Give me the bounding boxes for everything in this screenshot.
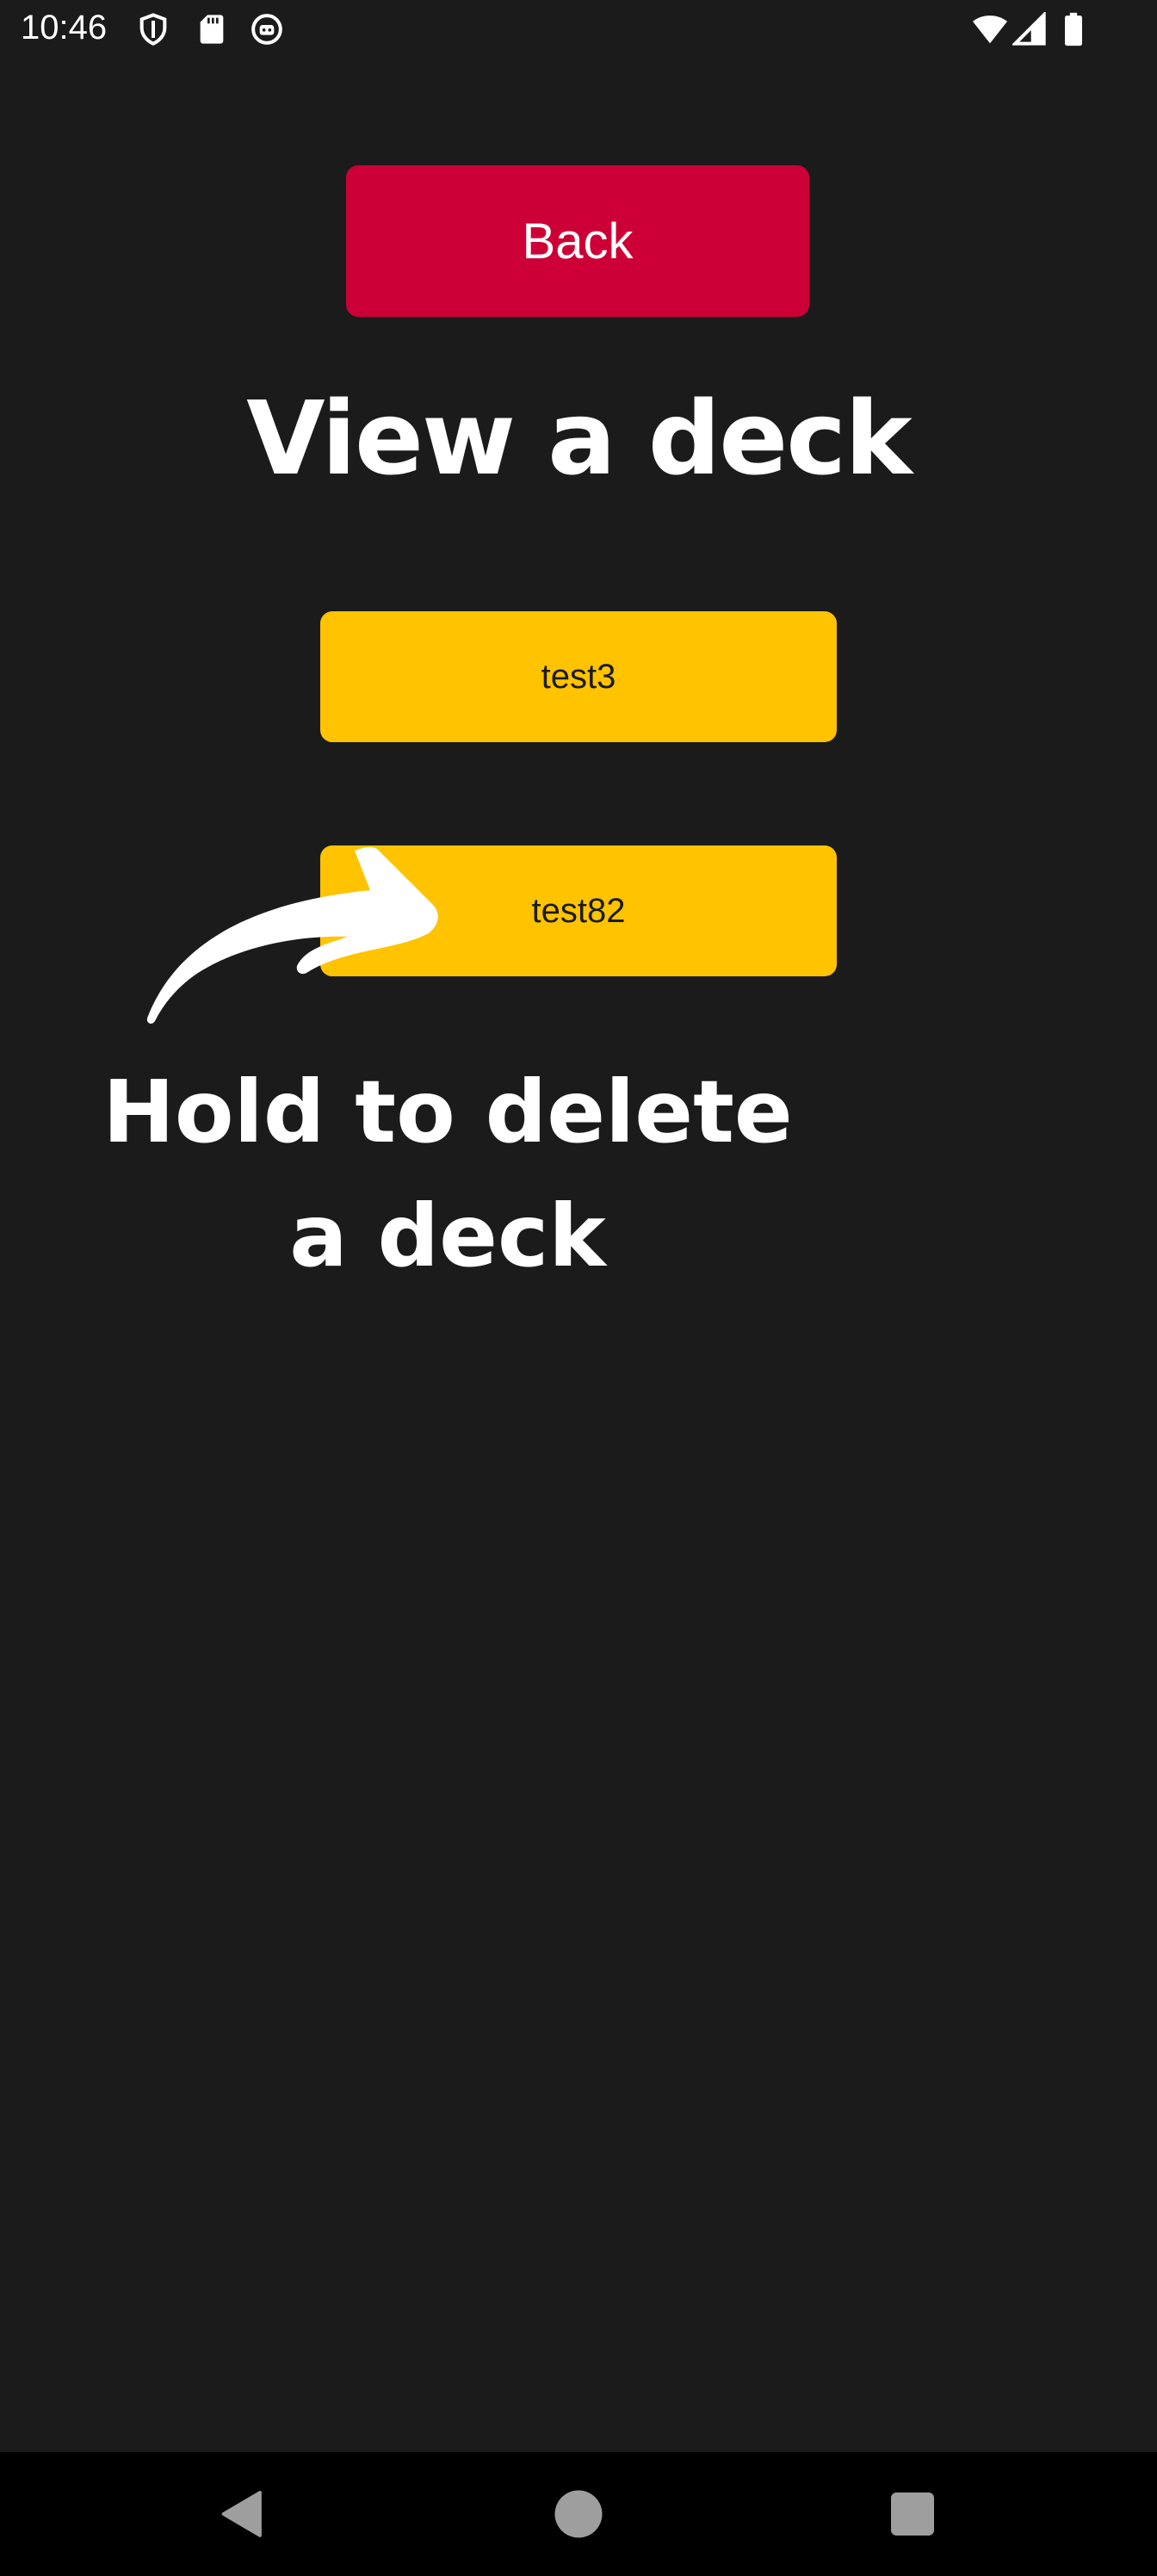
shield-icon: [136, 12, 170, 46]
back-button[interactable]: Back: [346, 165, 809, 317]
curved-arrow-icon: [146, 846, 438, 1024]
deck-button-test3[interactable]: test3: [320, 611, 837, 742]
back-nav-icon[interactable]: [217, 2488, 269, 2540]
signal-icon: [1011, 10, 1047, 46]
home-nav-icon[interactable]: [553, 2488, 604, 2540]
screen: 10:46 Back View a deck test3 test82 Hold…: [0, 0, 1157, 2576]
status-time: 10:46: [21, 9, 108, 46]
page-title: View a deck: [246, 379, 912, 498]
sd-card-icon: [195, 12, 229, 46]
wifi-icon: [971, 12, 1007, 46]
bot-icon: [250, 12, 284, 46]
navigation-bar: [0, 2452, 1157, 2576]
battery-icon: [1061, 12, 1095, 46]
status-bar: 10:46: [0, 0, 1157, 62]
recents-nav-icon[interactable]: [887, 2488, 938, 2540]
hint-text: Hold to delete a deck: [102, 1062, 793, 1286]
